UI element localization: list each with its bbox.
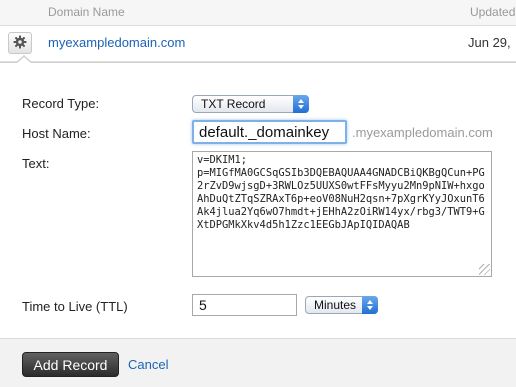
text-value-textarea[interactable]: v=DKIM1; p=MIGfMA0GCSqGSIb3DQEBAQUAA4GNA… <box>192 151 492 277</box>
record-type-value: TXT Record <box>201 97 266 111</box>
popover-caret-fill <box>15 57 33 65</box>
record-type-select[interactable]: TXT Record <box>192 95 309 113</box>
column-header-domain-name[interactable]: Domain Name <box>48 5 125 19</box>
host-name-label: Host Name: <box>22 126 91 141</box>
column-header-updated[interactable]: Updated <box>470 5 515 19</box>
cancel-link[interactable]: Cancel <box>128 357 168 372</box>
domain-row: myexampledomain.com Jun 29, <box>0 26 516 62</box>
ttl-unit-select[interactable]: Minutes <box>305 296 378 314</box>
domains-table-header: Domain Name Updated <box>0 0 516 26</box>
domain-name-link[interactable]: myexampledomain.com <box>48 35 185 50</box>
text-label: Text: <box>22 156 50 171</box>
settings-button[interactable] <box>8 32 32 54</box>
ttl-input[interactable] <box>192 294 297 316</box>
resize-grip-icon[interactable] <box>479 264 490 275</box>
host-name-input[interactable] <box>192 120 347 144</box>
updated-date: Jun 29, <box>468 35 511 50</box>
chevron-up-down-icon <box>362 296 378 314</box>
ttl-label: Time to Live (TTL) <box>22 299 128 314</box>
gear-icon <box>13 35 27 52</box>
record-type-label: Record Type: <box>22 96 100 111</box>
add-record-button[interactable]: Add Record <box>22 352 119 377</box>
chevron-up-down-icon <box>293 95 309 113</box>
ttl-unit-value: Minutes <box>314 298 357 312</box>
form-footer: Add Record Cancel <box>0 338 516 387</box>
host-name-suffix: .myexampledomain.com <box>352 125 493 140</box>
